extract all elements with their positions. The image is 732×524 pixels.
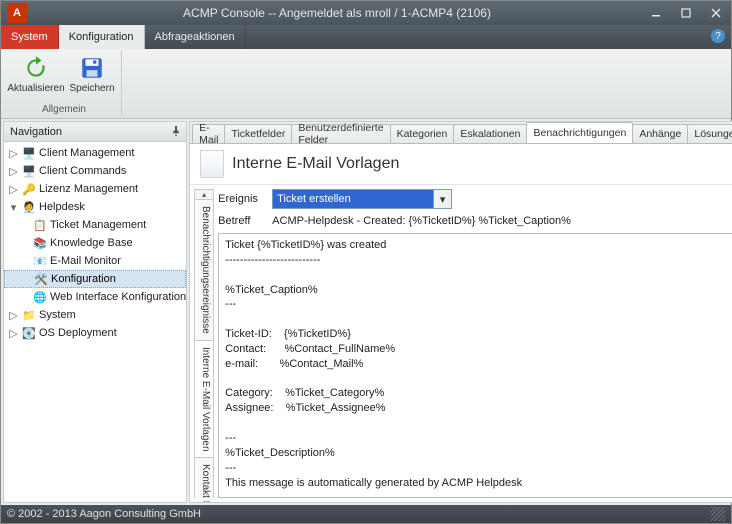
tree-item-lizenz-management[interactable]: ▷🔑Lizenz Management <box>4 180 186 198</box>
license-icon: 🔑 <box>21 182 37 196</box>
page: Interne E-Mail Vorlagen ▴ Benachrichtigu… <box>190 144 732 502</box>
tree-item-os-deployment[interactable]: ▷💽OS Deployment <box>4 324 186 342</box>
tree-label: Konfiguration <box>51 273 116 285</box>
tree-label: Lizenz Management <box>39 183 138 195</box>
tab-benachrichtigungen[interactable]: Benachrichtigungen <box>526 122 633 143</box>
vertical-tabstrip: ▴ Benachrichtigungsereignisse Interne E-… <box>194 189 214 498</box>
client-cmd-icon: 🖥️ <box>21 164 37 178</box>
helpdesk-icon: 🧑‍💼 <box>21 200 37 214</box>
tree-item-ticket-management[interactable]: 📋Ticket Management <box>4 216 186 234</box>
pin-icon[interactable] <box>170 125 182 137</box>
menu-system[interactable]: System <box>1 25 59 49</box>
ribbon-group-label: Allgemein <box>42 103 86 116</box>
page-header: Interne E-Mail Vorlagen <box>190 144 732 185</box>
tab-benutzerdefinierte-felder[interactable]: Benutzerdefinierte Felder <box>291 124 390 143</box>
content-tabstrip: E-Mail Ticketfelder Benutzerdefinierte F… <box>190 122 732 144</box>
page-title: Interne E-Mail Vorlagen <box>232 155 399 173</box>
tree-item-email-monitor[interactable]: 📧E-Mail Monitor <box>4 252 186 270</box>
betreff-label: Betreff <box>218 215 264 227</box>
vtab-scroll-up[interactable]: ▴ <box>195 190 213 200</box>
chevron-down-icon[interactable]: ▾ <box>433 190 451 208</box>
ribbon-group-allgemein: Aktualisieren Speichern Allgemein <box>7 51 122 116</box>
ereignis-value: Ticket erstellen <box>277 193 351 205</box>
help-button[interactable]: ? <box>711 29 725 43</box>
close-button[interactable] <box>701 1 731 25</box>
tree-label: Client Commands <box>39 165 126 177</box>
web-config-icon: 🌐 <box>32 290 48 304</box>
tab-eskalationen[interactable]: Eskalationen <box>453 124 527 143</box>
workspace: Navigation ▷🖥️Client Management ▷🖥️Clien… <box>1 119 731 505</box>
navigation-tree[interactable]: ▷🖥️Client Management ▷🖥️Client Commands … <box>4 142 186 502</box>
save-button[interactable]: Speichern <box>67 53 117 96</box>
vtab-kontakt-email[interactable]: Kontakt E-Mail <box>195 458 213 502</box>
tree-label: Knowledge Base <box>50 237 133 249</box>
ribbon: Aktualisieren Speichern Allgemein <box>1 49 731 119</box>
navigation-title: Navigation <box>10 126 62 138</box>
app-logo-icon: A <box>7 3 27 23</box>
tree-item-client-commands[interactable]: ▷🖥️Client Commands <box>4 162 186 180</box>
expand-icon[interactable]: ▷ <box>8 184 19 195</box>
page-header-icon <box>200 150 224 178</box>
navigation-header: Navigation <box>4 122 186 142</box>
tab-email[interactable]: E-Mail <box>192 124 225 143</box>
resize-grip-icon[interactable] <box>711 507 725 521</box>
maximize-button[interactable] <box>671 1 701 25</box>
tab-loesungen[interactable]: Lösungen <box>687 124 732 143</box>
tab-kategorien[interactable]: Kategorien <box>390 124 455 143</box>
collapse-icon[interactable]: ▾ <box>8 202 19 213</box>
expand-icon[interactable]: ▷ <box>8 166 19 177</box>
tree-item-client-management[interactable]: ▷🖥️Client Management <box>4 144 186 162</box>
window-title: ACMP Console -- Angemeldet als mroll / 1… <box>33 6 641 20</box>
tree-label: Helpdesk <box>39 201 85 213</box>
os-deploy-icon: 💽 <box>21 326 37 340</box>
kb-icon: 📚 <box>32 236 48 250</box>
tab-ticketfelder[interactable]: Ticketfelder <box>224 124 292 143</box>
tree-label: Client Management <box>39 147 134 159</box>
vtab-benachrichtigungsereignisse[interactable]: Benachrichtigungsereignisse <box>195 200 213 341</box>
refresh-label: Aktualisieren <box>7 83 64 94</box>
navigation-panel: Navigation ▷🖥️Client Management ▷🖥️Clien… <box>3 121 187 503</box>
tree-item-knowledge-base[interactable]: 📚Knowledge Base <box>4 234 186 252</box>
expand-icon[interactable]: ▷ <box>8 310 19 321</box>
save-label: Speichern <box>69 83 114 94</box>
menu-konfiguration[interactable]: Konfiguration <box>59 25 145 49</box>
tree-item-web-interface-konfiguration[interactable]: 🌐Web Interface Konfiguration <box>4 288 186 306</box>
title-bar: A ACMP Console -- Angemeldet als mroll /… <box>1 1 731 25</box>
system-icon: 📁 <box>21 308 37 322</box>
ereignis-combobox[interactable]: Ticket erstellen ▾ <box>272 189 452 209</box>
tree-label: Web Interface Konfiguration <box>50 291 186 303</box>
tree-label: E-Mail Monitor <box>50 255 121 267</box>
tree-item-system[interactable]: ▷📁System <box>4 306 186 324</box>
template-form: Ereignis Ticket erstellen ▾ Betreff ACMP… <box>218 189 732 498</box>
minimize-button[interactable] <box>641 1 671 25</box>
ticket-icon: 📋 <box>32 218 48 232</box>
vtab-interne-email-vorlagen[interactable]: Interne E-Mail Vorlagen <box>195 341 213 459</box>
content-panel: E-Mail Ticketfelder Benutzerdefinierte F… <box>189 121 732 503</box>
menu-bar: System Konfiguration Abfrageaktionen ? <box>1 25 731 49</box>
tree-item-konfiguration[interactable]: 🛠️Konfiguration <box>4 270 186 288</box>
client-mgmt-icon: 🖥️ <box>21 146 37 160</box>
betreff-value: ACMP-Helpdesk - Created: {%TicketID%} %T… <box>272 215 732 227</box>
refresh-icon <box>23 55 49 81</box>
copyright-text: © 2002 - 2013 Aagon Consulting GmbH <box>7 508 201 520</box>
status-bar: © 2002 - 2013 Aagon Consulting GmbH <box>1 505 731 523</box>
config-icon: 🛠️ <box>33 272 49 286</box>
mail-icon: 📧 <box>32 254 48 268</box>
menu-abfrageaktionen[interactable]: Abfrageaktionen <box>145 25 246 49</box>
tree-label: Ticket Management <box>50 219 146 231</box>
tree-label: OS Deployment <box>39 327 117 339</box>
expand-icon[interactable]: ▷ <box>8 328 19 339</box>
save-icon <box>79 55 105 81</box>
template-body-editor[interactable]: Ticket {%TicketID%} was created --------… <box>218 233 732 498</box>
tree-label: System <box>39 309 76 321</box>
expand-icon[interactable]: ▷ <box>8 148 19 159</box>
refresh-button[interactable]: Aktualisieren <box>11 53 61 96</box>
ereignis-label: Ereignis <box>218 193 264 205</box>
tab-anhaenge[interactable]: Anhänge <box>632 124 688 143</box>
tree-item-helpdesk[interactable]: ▾🧑‍💼Helpdesk <box>4 198 186 216</box>
